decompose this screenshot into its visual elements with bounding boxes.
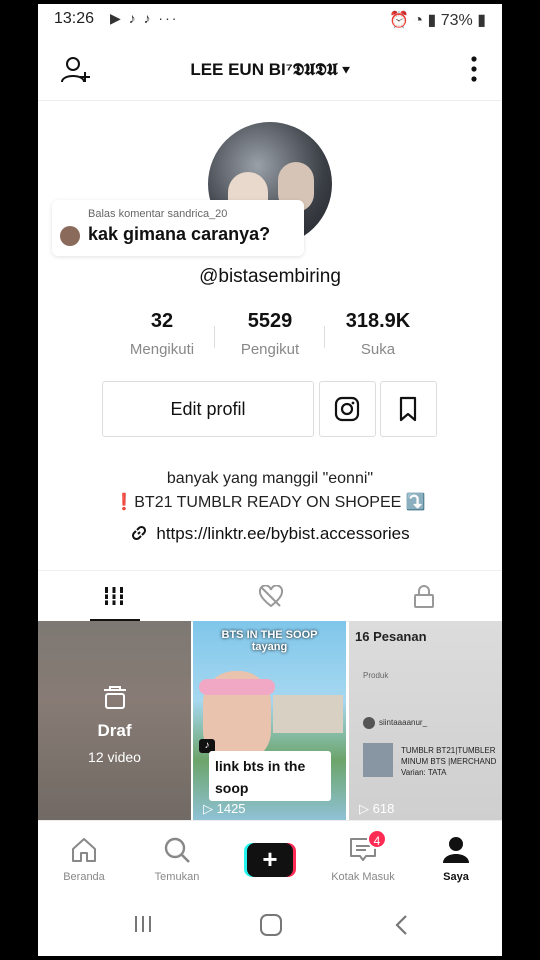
lock-icon bbox=[414, 585, 434, 608]
create-button[interactable]: + bbox=[244, 843, 296, 877]
profile-stats: 32 Mengikuti 5529 Pengikut 318.9K Suka bbox=[108, 310, 432, 362]
plus-icon: + bbox=[247, 843, 293, 877]
instagram-button[interactable] bbox=[319, 381, 376, 437]
tab-videos[interactable] bbox=[38, 571, 192, 621]
more-icon[interactable] bbox=[470, 56, 478, 82]
stat-followers[interactable]: 5529 Pengikut bbox=[216, 310, 324, 358]
home-icon bbox=[72, 838, 96, 862]
top-bar: LEE EUN BI⁷𝕯𝖀𝕯𝖀 ▾ bbox=[38, 34, 502, 101]
comment-text: kak gimana caranya? bbox=[88, 224, 271, 244]
product-label: Produk bbox=[363, 671, 389, 680]
draft-tile[interactable]: Draf 12 video bbox=[38, 621, 191, 820]
profile-link[interactable]: https://linktr.ee/bybist.accessories bbox=[38, 524, 502, 544]
notification-icons: ▶ ♪ ♪ ··· bbox=[110, 10, 179, 26]
bottom-nav: Beranda Temukan + Kotak Masuk 4 Saya bbox=[38, 820, 502, 893]
system-nav-bar bbox=[38, 892, 502, 956]
nav-home[interactable]: Beranda bbox=[38, 821, 130, 893]
home-button-icon[interactable] bbox=[259, 914, 283, 936]
nav-label: Beranda bbox=[63, 871, 105, 883]
instagram-icon bbox=[334, 396, 360, 422]
grid-icon bbox=[103, 587, 125, 605]
video-caption: BTS IN THE SOOP tayang bbox=[221, 629, 318, 653]
video-grid: Draf 12 video BTS IN THE SOOP tayang ♪ l… bbox=[38, 621, 502, 820]
search-icon bbox=[164, 837, 190, 863]
status-bar: 13:26 ▶ ♪ ♪ ··· ⏰ ◔ ▮ 73% ▮ bbox=[38, 4, 502, 34]
stat-following[interactable]: 32 Mengikuti bbox=[108, 310, 216, 358]
content-tabs bbox=[38, 570, 502, 622]
stat-value: 32 bbox=[150, 310, 174, 332]
tab-private[interactable] bbox=[348, 571, 502, 621]
shop-user-avatar bbox=[363, 717, 375, 729]
stat-divider bbox=[214, 326, 215, 348]
views-count: 618 bbox=[372, 801, 395, 816]
commenter-avatar bbox=[60, 226, 80, 246]
draft-count: 12 video bbox=[88, 749, 141, 765]
draft-label: Draf bbox=[97, 721, 132, 740]
nav-label: Saya bbox=[443, 871, 469, 883]
chevron-down-icon: ▾ bbox=[342, 60, 350, 79]
video-views: ▷ 618 bbox=[359, 801, 395, 816]
username: @bistasembiring bbox=[199, 266, 341, 287]
profile-title-dropdown[interactable]: LEE EUN BI⁷𝕯𝖀𝕯𝖀 ▾ bbox=[38, 60, 502, 80]
inbox-badge: 4 bbox=[367, 829, 387, 849]
recent-apps-icon[interactable] bbox=[132, 914, 154, 934]
tab-liked[interactable] bbox=[193, 571, 347, 621]
profile-icon bbox=[443, 837, 469, 863]
bookmark-icon bbox=[399, 396, 417, 422]
stat-label: Suka bbox=[360, 341, 396, 358]
nav-inbox[interactable]: Kotak Masuk bbox=[317, 821, 409, 893]
video-link-sticker: link bts in the soop bbox=[209, 751, 331, 801]
product-desc: TUMBLR BT21|TUMBLER MINUM BTS |MERCHAND … bbox=[401, 746, 497, 777]
video-tile[interactable]: 16 Pesanan Produk siintaaaanur_ TUMBLR B… bbox=[349, 621, 502, 820]
stat-label: Pengikut bbox=[240, 341, 300, 358]
nav-discover[interactable]: Temukan bbox=[131, 821, 223, 893]
nav-profile[interactable]: Saya bbox=[410, 821, 502, 893]
comment-reply-bubble: Balas komentar sandrica_20 kak gimana ca… bbox=[52, 200, 304, 256]
stat-label: Mengikuti bbox=[129, 341, 195, 358]
back-icon[interactable] bbox=[394, 914, 410, 936]
phone-screen: 13:26 ▶ ♪ ♪ ··· ⏰ ◔ ▮ 73% ▮ LEE EUN BI⁷𝕯… bbox=[38, 4, 502, 956]
video-scenery bbox=[273, 695, 343, 733]
video-views: ▷ 1425 bbox=[203, 801, 246, 816]
battery-level: 73% bbox=[440, 12, 473, 29]
nav-label: Temukan bbox=[154, 871, 200, 883]
views-count: 1425 bbox=[216, 801, 246, 816]
status-right: ⏰ ◔ ▮ 73% ▮ bbox=[388, 12, 486, 29]
stat-value: 318.9K bbox=[345, 310, 411, 332]
liked-icon bbox=[258, 585, 284, 608]
bookmark-button[interactable] bbox=[380, 381, 437, 437]
link-icon bbox=[132, 525, 147, 541]
profile-title: LEE EUN BI⁷𝕯𝖀𝕯𝖀 bbox=[190, 60, 338, 79]
stat-likes[interactable]: 318.9K Suka bbox=[324, 310, 432, 358]
shop-username: siintaaaanur_ bbox=[379, 718, 428, 727]
edit-profile-button[interactable]: Edit profil bbox=[102, 381, 314, 437]
video-headband bbox=[199, 679, 275, 695]
bio-line: ❗BT21 TUMBLR READY ON SHOPEE ⤵️ bbox=[114, 494, 426, 511]
profile-link-text: https://linktr.ee/bybist.accessories bbox=[156, 524, 410, 543]
status-time: 13:26 bbox=[54, 10, 95, 27]
trash-icon bbox=[104, 686, 126, 709]
video-tile[interactable]: BTS IN THE SOOP tayang ♪ link bts in the… bbox=[193, 621, 346, 820]
stat-value: 5529 bbox=[247, 310, 293, 332]
reply-to-label: Balas komentar sandrica_20 bbox=[88, 208, 228, 220]
orders-header: 16 Pesanan bbox=[355, 629, 427, 644]
product-image bbox=[363, 743, 393, 777]
nav-label: Kotak Masuk bbox=[331, 871, 395, 883]
bio-line: banyak yang manggil "eonni" bbox=[166, 470, 374, 487]
